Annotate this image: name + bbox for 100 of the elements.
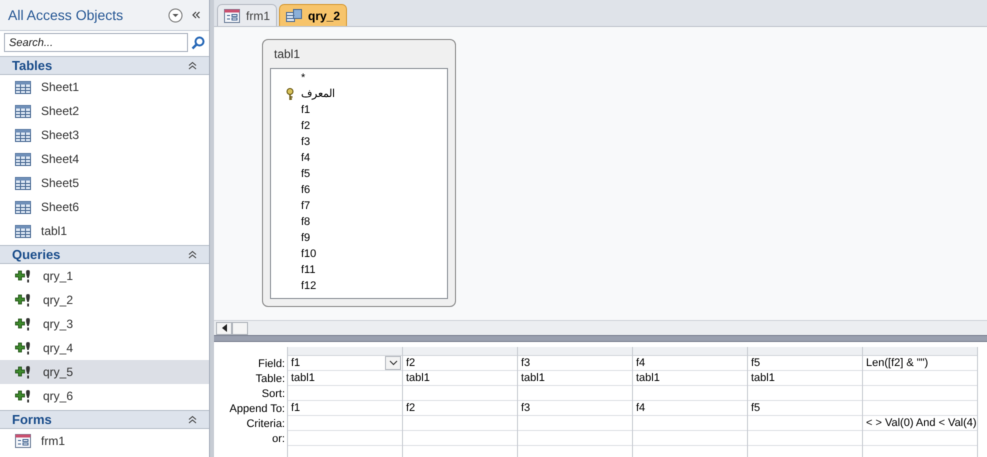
table-icon — [15, 104, 31, 118]
grid-cell[interactable]: f2 — [403, 356, 517, 371]
grid-cell[interactable]: f5 — [748, 356, 862, 371]
collapse-up-icon[interactable] — [188, 415, 197, 424]
field-name[interactable]: f6 — [301, 182, 310, 198]
grid-cell[interactable]: f4 — [633, 356, 747, 371]
scroll-left-button[interactable] — [216, 322, 232, 334]
cell-text: f4 — [636, 400, 646, 416]
dropdown-button[interactable] — [385, 356, 401, 370]
item-label: qry_4 — [43, 340, 74, 357]
field-name[interactable]: f1 — [301, 102, 310, 118]
tab-label: qry_2 — [308, 8, 340, 24]
cell-text: f3 — [521, 356, 530, 371]
field-name[interactable]: f7 — [301, 198, 310, 214]
item-label: frm1 — [41, 433, 65, 450]
table-icon — [15, 152, 31, 166]
plus-exclamation-icon — [15, 317, 33, 331]
cell-text: tabl1 — [291, 370, 315, 386]
grid-cell[interactable]: f5 — [748, 401, 862, 416]
cell-text: f5 — [751, 400, 760, 416]
cell-text: Len([f2] & "") — [866, 356, 928, 371]
grid-cell[interactable]: f4 — [633, 401, 747, 416]
grid-cell[interactable]: tabl1 — [748, 371, 862, 386]
row-label: Table: — [256, 372, 285, 387]
grid-cell[interactable]: f3 — [518, 356, 632, 371]
item-label: qry_3 — [43, 316, 74, 333]
grid-cell[interactable]: f3 — [518, 401, 632, 416]
grid-cell[interactable]: tabl1 — [403, 371, 517, 386]
search-field[interactable]: Search... — [4, 33, 188, 52]
field-name[interactable]: f12 — [301, 278, 316, 294]
item-label: Sheet6 — [41, 199, 80, 216]
item-label: qry_1 — [43, 268, 74, 285]
cell-text: f5 — [751, 356, 760, 371]
column-selector[interactable] — [748, 347, 862, 356]
cell-text: tabl1 — [751, 370, 775, 386]
row-label: Sort: — [262, 387, 285, 402]
grid-cell[interactable]: tabl1 — [288, 371, 402, 386]
field-name[interactable]: f10 — [301, 246, 316, 262]
pane-title: All Access Objects — [8, 6, 124, 25]
group-header[interactable]: Tables — [0, 56, 209, 75]
column-selector[interactable] — [518, 347, 632, 356]
item-label: Sheet2 — [41, 103, 80, 120]
item-label: Sheet1 — [41, 79, 80, 96]
search-icon[interactable] — [191, 36, 205, 50]
item-label: tabl1 — [41, 223, 68, 240]
group-title: Tables — [12, 56, 54, 75]
group-header[interactable]: Forms — [0, 410, 209, 429]
field-name[interactable]: f4 — [301, 150, 310, 166]
cell-text: f2 — [406, 356, 416, 371]
table-icon — [15, 80, 31, 94]
item-label: qry_5 — [43, 364, 74, 381]
group-title: Forms — [12, 410, 53, 429]
query-icon — [286, 8, 302, 22]
item-label: Sheet4 — [41, 151, 80, 168]
cell-text: f3 — [521, 400, 530, 416]
field-name[interactable]: f5 — [301, 166, 310, 182]
field-name[interactable]: f3 — [301, 134, 310, 150]
row-label: Criteria: — [246, 417, 285, 432]
column-selector[interactable] — [633, 347, 747, 356]
left-arrow-icon — [222, 324, 226, 332]
key-icon — [286, 88, 294, 100]
cell-text: f2 — [406, 400, 416, 416]
document-tab[interactable]: qry_2 — [279, 4, 348, 26]
field-name[interactable]: * — [301, 70, 306, 86]
nav-item[interactable]: qry_5 — [0, 360, 209, 384]
grid-cell[interactable]: Len([f2] & "") — [863, 356, 977, 371]
collapse-up-icon[interactable] — [188, 250, 197, 259]
table-icon — [15, 128, 31, 142]
collapse-icon[interactable] — [191, 10, 201, 20]
scroll-thumb[interactable] — [232, 322, 248, 334]
item-label: qry_6 — [43, 388, 74, 405]
cell-text: tabl1 — [406, 370, 430, 386]
column-selector[interactable] — [863, 347, 977, 356]
row-label: Field: — [258, 357, 285, 372]
grid-cell[interactable]: tabl1 — [633, 371, 747, 386]
grid-cell[interactable]: f1 — [288, 401, 402, 416]
grid-cell[interactable]: tabl1 — [518, 371, 632, 386]
cell-text: f4 — [636, 356, 646, 371]
row-label: or: — [272, 432, 285, 447]
field-list-title: tabl1 — [273, 46, 302, 63]
item-label: Sheet5 — [41, 175, 80, 192]
collapse-up-icon[interactable] — [188, 61, 197, 70]
field-name[interactable]: f2 — [301, 118, 310, 134]
field-name[interactable]: f9 — [301, 230, 310, 246]
grid-cell[interactable]: f2 — [403, 401, 517, 416]
item-label: qry_2 — [43, 292, 74, 309]
cell-text: tabl1 — [636, 370, 660, 386]
field-name[interactable]: f11 — [301, 262, 316, 278]
dropdown-icon[interactable] — [168, 8, 183, 22]
plus-exclamation-icon — [15, 341, 33, 355]
grid-cell[interactable]: f1 — [288, 356, 402, 371]
tab-label: frm1 — [246, 8, 270, 24]
table-icon — [15, 224, 31, 238]
document-tab[interactable]: frm1 — [217, 4, 277, 26]
group-header[interactable]: Queries — [0, 245, 209, 264]
plus-exclamation-icon — [15, 269, 33, 283]
field-name[interactable]: المعرف — [301, 86, 335, 102]
field-name[interactable]: f8 — [301, 214, 310, 230]
group-title: Queries — [12, 246, 62, 264]
table-icon — [15, 200, 31, 214]
